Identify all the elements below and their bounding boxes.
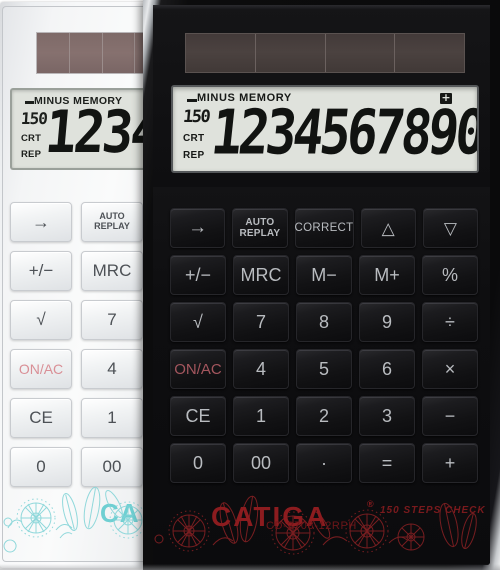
white-auto-replay-key[interactable]: AUTO REPLAY <box>81 202 143 242</box>
black-lcd-display: MINUS MEMORY + 150 CRT REP 1234567890 12… <box>171 85 479 173</box>
triangle-down-icon: ▽ <box>443 218 457 238</box>
white-on-ac-label: ON/AC <box>18 361 64 377</box>
auto-replay-label: AUTO REPLAY <box>239 216 281 240</box>
white-keypad-row: → AUTO REPLAY <box>10 202 162 242</box>
equals-key[interactable]: = <box>359 443 415 483</box>
white-on-ac-key[interactable]: ON/AC <box>10 349 72 389</box>
square-root-key[interactable]: √ <box>170 302 226 342</box>
black-keypad-row: 0 00 · = + <box>170 443 478 483</box>
solar-cell <box>256 34 326 72</box>
on-ac-key[interactable]: ON/AC <box>170 349 226 389</box>
arrow-right-icon: → <box>32 211 50 232</box>
black-solar-panel <box>185 33 465 73</box>
black-keypad-row: ON/AC 4 5 6 × <box>170 349 478 389</box>
multiply-key[interactable]: × <box>422 349 478 389</box>
white-arrow-right-key[interactable]: → <box>10 202 72 242</box>
black-model-number: CD-2708-12RPH <box>266 520 357 532</box>
white-lcd-display: MINUS MEMORY 150 CRT REP 12345 <box>10 88 162 170</box>
surface-shadow <box>0 564 500 570</box>
white-keypad-row: CE 1 <box>10 398 162 438</box>
up-triangle-key[interactable]: △ <box>360 208 416 248</box>
solar-cell <box>395 34 464 72</box>
white-keypad-row: ON/AC 4 <box>10 349 162 389</box>
black-keypad-row: CE 1 2 3 − <box>170 396 478 436</box>
black-calculator-body: MINUS MEMORY + 150 CRT REP 1234567890 12… <box>153 5 490 565</box>
memory-minus-key[interactable]: M− <box>296 255 352 295</box>
down-triangle-key[interactable]: ▽ <box>422 208 478 248</box>
digit-1-key[interactable]: 1 <box>233 396 289 436</box>
digit-4-key[interactable]: 4 <box>233 349 289 389</box>
on-ac-label: ON/AC <box>174 360 222 378</box>
memory-plus-key[interactable]: M+ <box>359 255 415 295</box>
decimal-point-key[interactable]: · <box>296 443 352 483</box>
digit-0-key[interactable]: 0 <box>170 443 226 483</box>
black-keypad: → AUTO REPLAY CORRECT △ ▽ +/− MRC M− M+ %… <box>170 208 478 490</box>
arrow-right-key[interactable]: → <box>170 208 226 248</box>
correct-key[interactable]: CORRECT <box>294 208 354 248</box>
white-keypad-row: √ 7 <box>10 300 162 340</box>
memory-recall-clear-key[interactable]: MRC <box>233 255 289 295</box>
digit-7-key[interactable]: 7 <box>233 302 289 342</box>
clear-entry-key[interactable]: CE <box>170 396 226 436</box>
arrow-right-icon: → <box>188 217 208 238</box>
digit-3-key[interactable]: 3 <box>359 396 415 436</box>
white-digit-7-key[interactable]: 7 <box>81 300 143 340</box>
white-memory-recall-clear-key[interactable]: MRC <box>81 251 143 291</box>
white-sign-change-key[interactable]: +/− <box>10 251 72 291</box>
minus-indicator-icon <box>25 101 34 104</box>
solar-cell <box>186 34 256 72</box>
solar-cell <box>70 33 103 73</box>
triangle-up-icon: △ <box>381 218 395 238</box>
white-keypad-row: +/− MRC <box>10 251 162 291</box>
white-digit-1-key[interactable]: 1 <box>81 398 143 438</box>
sign-change-key[interactable]: +/− <box>170 255 226 295</box>
white-square-root-key[interactable]: √ <box>10 300 72 340</box>
digit-8-key[interactable]: 8 <box>296 302 352 342</box>
digit-5-key[interactable]: 5 <box>296 349 352 389</box>
black-calculator: MINUS MEMORY + 150 CRT REP 1234567890 12… <box>143 0 500 570</box>
percent-key[interactable]: % <box>422 255 478 295</box>
double-zero-key[interactable]: 00 <box>233 443 289 483</box>
digit-9-key[interactable]: 9 <box>359 302 415 342</box>
minus-indicator-icon <box>187 99 197 102</box>
solar-cell <box>326 34 396 72</box>
white-calculator: MINUS MEMORY 150 CRT REP 12345 → AUTO REP… <box>0 2 162 568</box>
white-clear-entry-key[interactable]: CE <box>10 398 72 438</box>
auto-replay-key[interactable]: AUTO REPLAY <box>232 208 288 248</box>
white-digit-4-key[interactable]: 4 <box>81 349 143 389</box>
minus-key[interactable]: − <box>422 396 478 436</box>
black-steps-tagline: 150 STEPS CHECK <box>380 505 486 516</box>
solar-cell <box>103 33 136 73</box>
product-photo-scene: MINUS MEMORY 150 CRT REP 12345 → AUTO REP… <box>0 0 500 570</box>
black-lcd-digits: 1234567890 12. <box>208 96 479 169</box>
black-keypad-row: +/− MRC M− M+ % <box>170 255 478 295</box>
black-keypad-row: → AUTO REPLAY CORRECT △ ▽ <box>170 208 478 248</box>
divide-key[interactable]: ÷ <box>422 302 478 342</box>
black-keypad-row: √ 7 8 9 ÷ <box>170 302 478 342</box>
white-floral-decoration <box>3 486 157 553</box>
white-keypad: → AUTO REPLAY +/− MRC √ 7 ON/AC 4 CE 1 0 … <box>10 202 162 496</box>
digit-6-key[interactable]: 6 <box>359 349 415 389</box>
white-auto-replay-label: AUTO REPLAY <box>94 211 130 231</box>
digit-2-key[interactable]: 2 <box>296 396 352 436</box>
registered-trademark-icon: ® <box>367 499 374 509</box>
solar-cell <box>37 33 70 73</box>
plus-key[interactable]: + <box>422 443 478 483</box>
